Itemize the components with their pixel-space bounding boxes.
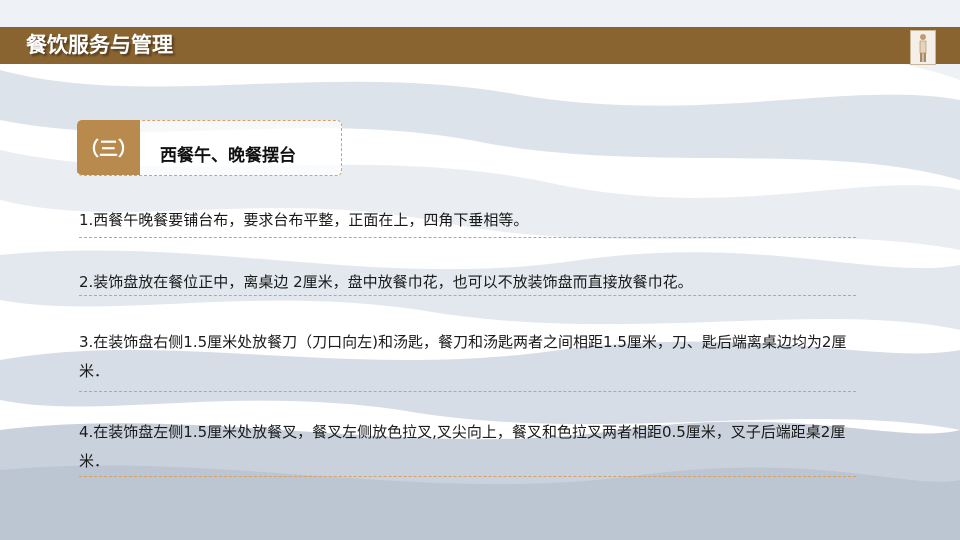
list-item: 3.在装饰盘右侧1.5厘米处放餐刀（刀口向左)和汤匙，餐刀和汤匙两者之间相距1.…: [79, 333, 847, 380]
divider: [79, 476, 856, 477]
figure-icon: [910, 30, 936, 65]
section-number-badge: （三）: [77, 120, 140, 175]
header-bar: 餐饮服务与管理: [0, 27, 960, 64]
app-title: 餐饮服务与管理: [26, 33, 173, 57]
list-item: 1.西餐午晚餐要铺台布，要求台布平整，正面在上，四角下垂相等。: [79, 211, 529, 229]
section-title: 西餐午、晚餐摆台: [160, 146, 296, 166]
list-item: 4.在装饰盘左侧1.5厘米处放餐叉，餐叉左侧放色拉叉,叉尖向上，餐叉和色拉叉两者…: [79, 423, 846, 470]
divider: [79, 295, 856, 296]
divider: [79, 391, 856, 392]
list-item: 2.装饰盘放在餐位正中，离桌边 2厘米，盘中放餐巾花，也可以不放装饰盘而直接放餐…: [79, 273, 693, 291]
divider: [79, 237, 856, 238]
